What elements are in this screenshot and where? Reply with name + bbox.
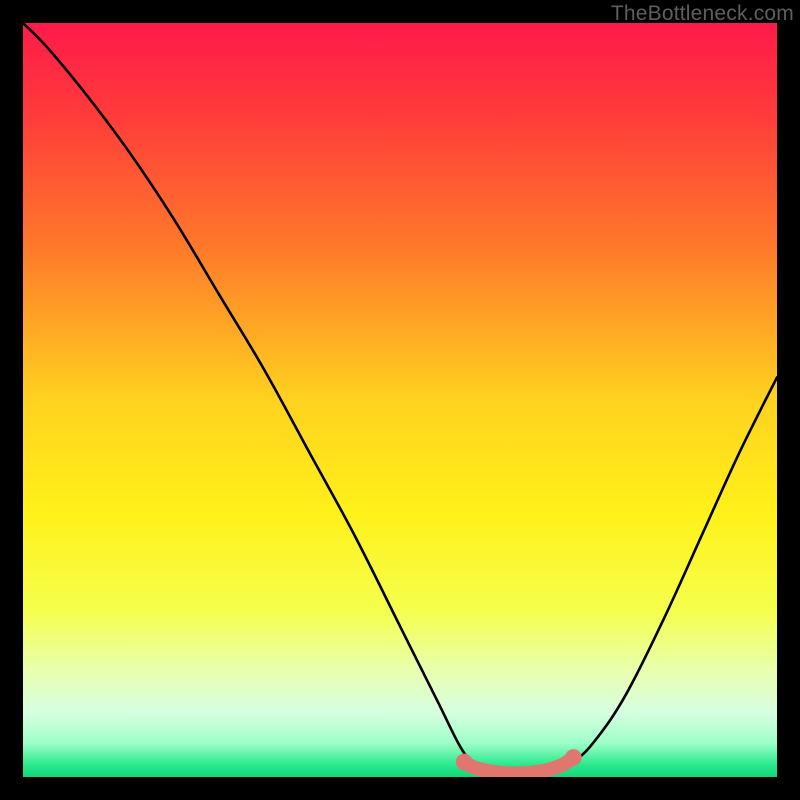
optimal-band-cap	[565, 749, 582, 766]
chart-frame	[23, 23, 777, 777]
watermark-label: TheBottleneck.com	[611, 2, 794, 26]
gradient-background	[23, 23, 777, 777]
bottleneck-plot	[23, 23, 777, 777]
optimal-band-cap	[456, 754, 473, 771]
